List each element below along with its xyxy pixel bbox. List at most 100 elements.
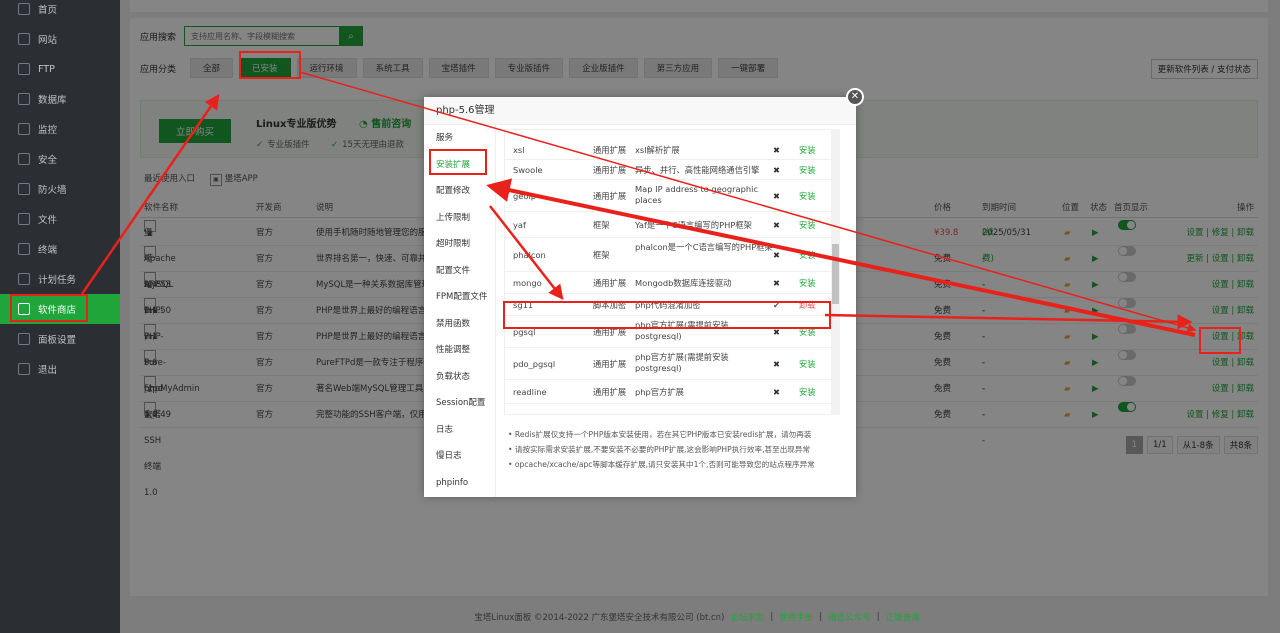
dialog-nav-item[interactable]: 性能调整 — [424, 337, 495, 364]
extension-name: geoip — [513, 191, 537, 201]
dialog-nav-item[interactable]: 上传限制 — [424, 205, 495, 232]
sidebar-item-11[interactable]: 面板设置 — [0, 324, 120, 354]
php-manage-dialog: php-5.6管理 服务 安装扩展 配置修改 上传限制 超时限制 配置文件 FPM配置文件禁… — [424, 97, 856, 497]
footer-link-forum[interactable]: 论坛求助 — [730, 611, 764, 623]
extension-row: readline 通用扩展 php官方扩展 ✖ 安装 — [505, 380, 831, 404]
cross-icon: ✖ — [773, 191, 780, 201]
cross-icon: ✖ — [773, 387, 780, 397]
sidebar-item-label: 网站 — [38, 35, 58, 46]
sidebar-item-0[interactable]: 首页 — [0, 0, 120, 24]
highlight-store — [10, 294, 88, 322]
extension-type: 通用扩展 — [593, 191, 627, 201]
database-icon — [18, 93, 30, 105]
extension-name: yaf — [513, 220, 526, 230]
extension-action[interactable]: 安装 — [799, 272, 816, 294]
extension-type: 框架 — [593, 250, 610, 260]
extension-row: yaf 框架 Yaf是一个C语言编写的PHP框架 ✖ 安装 — [505, 212, 831, 238]
extension-row: mongo 通用扩展 Mongodb数据库连接驱动 ✖ 安装 — [505, 272, 831, 294]
note-line: Redis扩展仅支持一个PHP版本安装使用，若在其它PHP版本已安装redis扩… — [508, 427, 848, 442]
extension-type: 通用扩展 — [593, 165, 627, 175]
extension-name: mongo — [513, 278, 542, 288]
extension-desc: Yaf是一个C语言编写的PHP框架 — [635, 220, 752, 230]
extension-action[interactable]: 安装 — [799, 140, 816, 160]
dialog-title: php-5.6管理 — [424, 97, 856, 125]
extension-desc: Map IP address to geographic places — [635, 184, 759, 205]
footer-link-license[interactable]: 正版查询 — [886, 611, 920, 623]
extension-action[interactable]: 安装 — [799, 348, 816, 380]
note-line: 请按实际需求安装扩展,不要安装不必要的PHP扩展,这会影响PHP执行效率,甚至出… — [508, 442, 848, 457]
extension-action[interactable]: 安装 — [799, 238, 816, 272]
cross-icon: ✖ — [773, 278, 780, 288]
extension-type: 通用扩展 — [593, 359, 627, 369]
extension-type: 通用扩展 — [593, 145, 627, 155]
cross-icon: ✖ — [773, 145, 780, 155]
shield-icon — [18, 153, 30, 165]
sidebar-item-label: 安全 — [38, 155, 58, 166]
sidebar-item-2[interactable]: FTP — [0, 54, 120, 84]
extension-desc: phalcon是一个C语言编写的PHP框架 — [635, 242, 773, 252]
highlight-settings — [1199, 327, 1241, 354]
extension-action[interactable]: 安装 — [799, 160, 816, 180]
extension-name: xsl — [513, 145, 525, 155]
sidebar-item-6[interactable]: 防火墙 — [0, 174, 120, 204]
extension-type: 通用扩展 — [593, 387, 627, 397]
extension-name: phalcon — [513, 250, 546, 260]
dialog-nav-item[interactable]: 负载状态 — [424, 364, 495, 391]
extension-type: 框架 — [593, 220, 610, 230]
sidebar-item-label: 文件 — [38, 215, 58, 226]
dialog-nav-item[interactable]: phpinfo — [424, 470, 495, 497]
dialog-nav-item[interactable]: 日志 — [424, 417, 495, 444]
footer-link-wechat[interactable]: 微信公众号 — [828, 611, 871, 623]
close-icon[interactable]: ✕ — [846, 88, 864, 106]
extension-action[interactable]: 安装 — [799, 380, 816, 404]
sidebar-item-3[interactable]: 数据库 — [0, 84, 120, 114]
sidebar-item-12[interactable]: 退出 — [0, 354, 120, 384]
dialog-nav-item[interactable]: 超时限制 — [424, 231, 495, 258]
sidebar-item-label: 防火墙 — [38, 185, 67, 196]
extension-name: readline — [513, 387, 547, 397]
extension-row: Swoole 通用扩展 异步、并行、高性能网络通信引擎 ✖ 安装 — [505, 160, 831, 180]
highlight-installed — [239, 51, 301, 79]
monitor-icon — [18, 123, 30, 135]
extension-row: phalcon 框架 phalcon是一个C语言编写的PHP框架 ✖ 安装 — [505, 238, 831, 272]
sidebar-item-label: 计划任务 — [38, 275, 77, 286]
sidebar-item-label: 面板设置 — [38, 335, 77, 346]
extension-row: pdo_pgsql 通用扩展 php官方扩展(需提前安装postgresql) ✖ 安装 — [505, 348, 831, 380]
extension-action[interactable]: 安装 — [799, 180, 816, 212]
extension-scrollbar[interactable] — [831, 129, 840, 415]
extension-desc: php官方扩展 — [635, 387, 684, 397]
sidebar-item-label: 退出 — [38, 365, 58, 376]
folder-icon — [18, 213, 30, 225]
dialog-nav-item[interactable]: 配置文件 — [424, 258, 495, 285]
sidebar-item-7[interactable]: 文件 — [0, 204, 120, 234]
copyright: 宝塔Linux面板 ©2014-2022 广东堡塔安全技术有限公司 (bt.cn… — [474, 612, 725, 623]
ftp-icon — [18, 63, 30, 75]
terminal-icon — [18, 243, 30, 255]
dialog-nav-item[interactable]: 慢日志 — [424, 443, 495, 470]
cross-icon: ✖ — [773, 165, 780, 175]
sidebar-item-9[interactable]: 计划任务 — [0, 264, 120, 294]
note-line: opcache/xcache/apc等脚本缓存扩展,请只安装其中1个,否则可能导… — [508, 457, 848, 472]
sidebar-item-8[interactable]: 终端 — [0, 234, 120, 264]
sidebar-item-1[interactable]: 网站 — [0, 24, 120, 54]
globe-icon — [18, 33, 30, 45]
dialog-nav-item[interactable]: 配置修改 — [424, 178, 495, 205]
extension-desc: Mongodb数据库连接驱动 — [635, 278, 732, 288]
dialog-nav-item[interactable]: 禁用函数 — [424, 311, 495, 338]
footer-link-manual[interactable]: 使用手册 — [779, 611, 813, 623]
extension-type: 通用扩展 — [593, 278, 627, 288]
footer: 宝塔Linux面板 ©2014-2022 广东堡塔安全技术有限公司 (bt.cn… — [474, 611, 920, 623]
scroll-thumb[interactable] — [832, 244, 839, 304]
extension-desc: php官方扩展(需提前安装postgresql) — [635, 352, 729, 373]
dialog-nav-item[interactable]: 服务 — [424, 125, 495, 152]
schedule-icon — [18, 273, 30, 285]
extension-action[interactable]: 安装 — [799, 212, 816, 238]
dialog-nav-item[interactable]: Session配置 — [424, 390, 495, 417]
sidebar-item-4[interactable]: 监控 — [0, 114, 120, 144]
logout-icon — [18, 363, 30, 375]
cross-icon: ✖ — [773, 220, 780, 230]
sidebar-item-label: FTP — [38, 63, 55, 75]
dialog-nav-item[interactable]: FPM配置文件 — [424, 284, 495, 311]
sidebar-item-5[interactable]: 安全 — [0, 144, 120, 174]
extension-row: geoip 通用扩展 Map IP address to geographic pl… — [505, 180, 831, 212]
